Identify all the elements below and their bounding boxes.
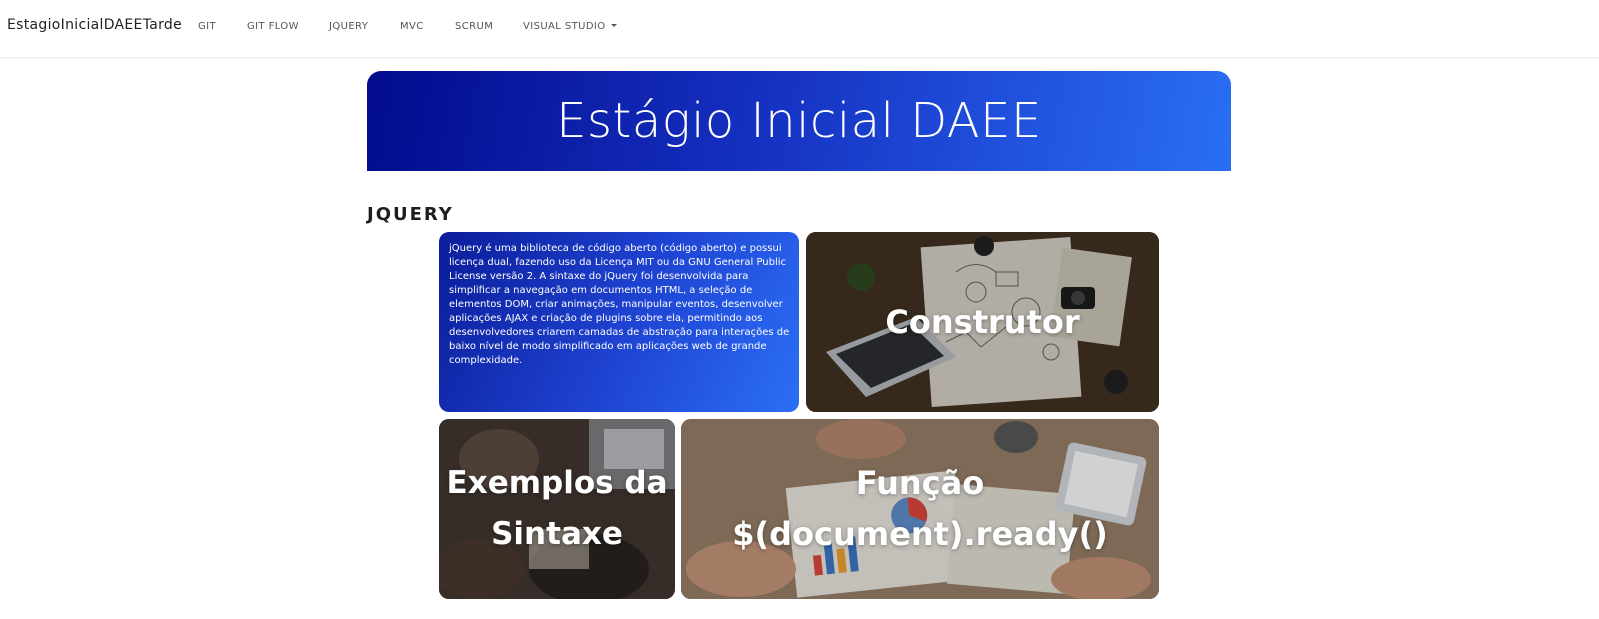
hero-banner: Estágio Inicial DAEE — [367, 71, 1231, 171]
exemplos-title: Exemplos da Sintaxe — [446, 465, 668, 552]
funcao-title: Função $(document).ready() — [732, 464, 1108, 553]
nav-link-git-flow[interactable]: GIT FLOW — [247, 21, 299, 32]
description-card: jQuery é uma biblioteca de código aberto… — [439, 232, 799, 412]
top-navbar: EstagioInicialDAEETarde GIT GIT FLOW JQU… — [0, 0, 1599, 58]
construtor-title: Construtor — [885, 303, 1080, 341]
brand-link[interactable]: EstagioInicialDAEETarde — [7, 17, 182, 33]
nav-link-mvc[interactable]: MVC — [400, 21, 424, 32]
exemplos-card[interactable]: Exemplos da Sintaxe — [439, 419, 675, 599]
hero-title: Estágio Inicial DAEE — [556, 93, 1042, 149]
caret-down-icon — [610, 24, 617, 27]
funcao-card[interactable]: Função $(document).ready() — [681, 419, 1159, 599]
nav-link-scrum[interactable]: SCRUM — [455, 21, 493, 32]
nav-dropdown-label: VISUAL STUDIO — [523, 21, 606, 32]
nav-link-jquery[interactable]: JQUERY — [329, 21, 368, 32]
section-heading: JQUERY — [367, 204, 454, 225]
construtor-card[interactable]: Construtor — [806, 232, 1159, 412]
description-text: jQuery é uma biblioteca de código aberto… — [449, 243, 790, 366]
nav-dropdown-visual-studio[interactable]: VISUAL STUDIO — [523, 21, 617, 32]
nav-link-git[interactable]: GIT — [198, 21, 216, 32]
